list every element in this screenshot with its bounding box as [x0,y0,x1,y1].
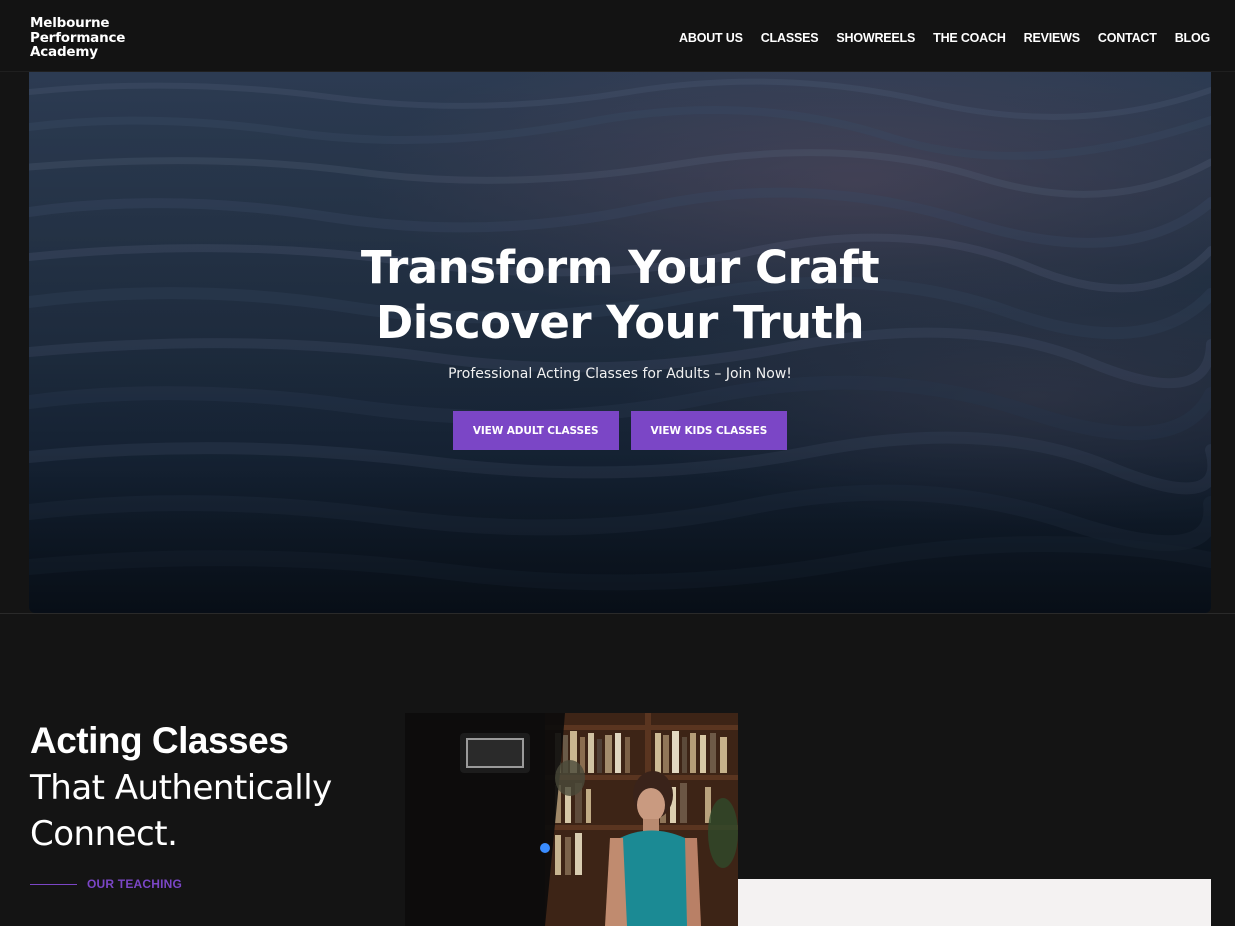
hero-subtitle: Professional Acting Classes for Adults –… [448,366,792,382]
hero-title-line-2: Discover Your Truth [375,296,865,349]
heading-line-3: Connect. [30,814,178,854]
section-heading: Acting Classes That Authentically Connec… [30,717,370,857]
main-nav: ABOUT US CLASSES SHOWREELS THE COACH REV… [679,31,1210,45]
intro-card [738,879,1211,926]
photo-illustration [405,713,738,926]
hero-title-line-1: Transform Your Craft [360,241,880,294]
nav-showreels[interactable]: SHOWREELS [836,31,915,45]
logo-line-1: Melbourne [30,15,110,31]
nav-the-coach[interactable]: THE COACH [933,31,1006,45]
hero-banner: Transform Your Craft Discover Your Truth… [29,72,1211,613]
nav-about-us[interactable]: ABOUT US [679,31,743,45]
heading-line-2: That Authentically [30,768,332,808]
acting-class-photo [405,713,738,926]
heading-bold: Acting Classes [30,720,289,761]
nav-blog[interactable]: BLOG [1175,31,1211,45]
nav-reviews[interactable]: REVIEWS [1024,31,1080,45]
nav-classes[interactable]: CLASSES [761,31,819,45]
logo-line-2: Performance [30,29,126,46]
label-text: OUR TEACHING [87,877,183,891]
site-logo[interactable]: Melbourne Performance Academy [30,16,140,60]
label-rule [30,883,77,885]
our-teaching-label: OUR TEACHING [30,877,182,891]
section-divider [0,613,1235,614]
site-header: Melbourne Performance Academy ABOUT US C… [0,0,1235,72]
view-adult-classes-button[interactable]: VIEW ADULT CLASSES [452,411,619,450]
view-kids-classes-button[interactable]: VIEW KIDS CLASSES [630,411,788,450]
hero-title: Transform Your Craft Discover Your Truth [29,240,1211,350]
logo-line-3: Academy [30,44,98,60]
nav-contact[interactable]: CONTACT [1098,31,1157,45]
hero-buttons: VIEW ADULT CLASSES VIEW KIDS CLASSES [29,411,1211,450]
